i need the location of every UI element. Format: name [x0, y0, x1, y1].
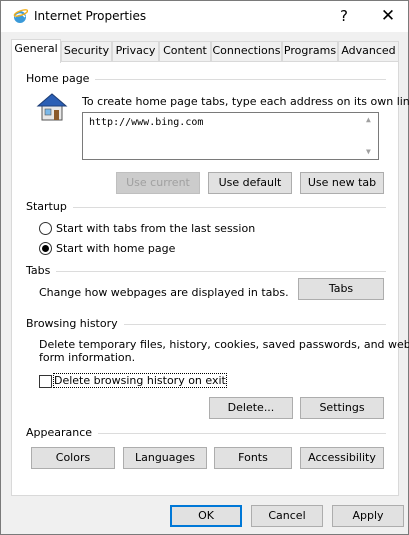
scroll-down-icon[interactable]: ▼ [366, 147, 371, 156]
accessibility-button[interactable]: Accessibility [300, 447, 384, 469]
radio-last-session[interactable] [39, 222, 52, 235]
browsing-history-description-line1: Delete temporary files, history, cookies… [39, 338, 409, 351]
appearance-group-label: Appearance [26, 426, 99, 439]
use-new-tab-button[interactable]: Use new tab [300, 172, 384, 194]
divider [26, 207, 386, 208]
use-default-button[interactable]: Use default [208, 172, 292, 194]
home-page-instruction: To create home page tabs, type each addr… [82, 95, 409, 108]
ok-button[interactable]: OK [170, 505, 242, 527]
tab-advanced[interactable]: Advanced [338, 41, 399, 61]
colors-button[interactable]: Colors [31, 447, 115, 469]
radio-home-page-label[interactable]: Start with home page [56, 242, 175, 255]
title-bar[interactable]: Internet Properties ? ✕ [1, 1, 408, 32]
house-icon [36, 93, 68, 121]
languages-button[interactable]: Languages [123, 447, 207, 469]
history-settings-button[interactable]: Settings [300, 397, 384, 419]
home-page-url-value: http://www.bing.com [89, 117, 204, 128]
scroll-up-icon[interactable]: ▲ [366, 115, 371, 124]
general-tab-panel: Home page To create home page tabs, type… [11, 61, 409, 496]
tab-programs[interactable]: Programs [282, 41, 338, 61]
use-current-button[interactable]: Use current [116, 172, 200, 194]
browsing-history-description-line2: form information. [39, 351, 136, 364]
apply-button[interactable]: Apply [332, 505, 404, 527]
tabs-group-label: Tabs [26, 264, 57, 277]
tab-security[interactable]: Security [61, 41, 112, 61]
delete-history-button[interactable]: Delete... [209, 397, 293, 419]
home-page-url-input[interactable]: http://www.bing.com ▲ ▼ [82, 112, 379, 160]
browsing-history-group-label: Browsing history [26, 317, 124, 330]
close-button[interactable]: ✕ [375, 5, 401, 27]
fonts-button[interactable]: Fonts [214, 447, 292, 469]
cancel-button[interactable]: Cancel [251, 505, 323, 527]
tabs-description: Change how webpages are displayed in tab… [39, 286, 289, 299]
home-page-scrollbar[interactable]: ▲ ▼ [363, 113, 378, 159]
internet-explorer-icon [13, 9, 28, 23]
tab-privacy[interactable]: Privacy [112, 41, 159, 61]
delete-on-exit-label[interactable]: Delete browsing history on exit [53, 373, 227, 388]
tab-content[interactable]: Content [159, 41, 211, 61]
radio-home-page[interactable] [39, 242, 52, 255]
delete-on-exit-checkbox[interactable] [39, 375, 52, 388]
tab-general[interactable]: General [11, 39, 61, 63]
home-page-group-label: Home page [26, 72, 96, 85]
window-title: Internet Properties [34, 9, 147, 23]
tabs-settings-button[interactable]: Tabs [298, 278, 384, 300]
radio-last-session-label[interactable]: Start with tabs from the last session [56, 222, 255, 235]
divider [26, 271, 386, 272]
help-button[interactable]: ? [331, 5, 357, 27]
internet-properties-dialog: Internet Properties ? ✕ General Security… [0, 0, 409, 535]
tab-connections[interactable]: Connections [211, 41, 282, 61]
startup-group-label: Startup [26, 200, 73, 213]
